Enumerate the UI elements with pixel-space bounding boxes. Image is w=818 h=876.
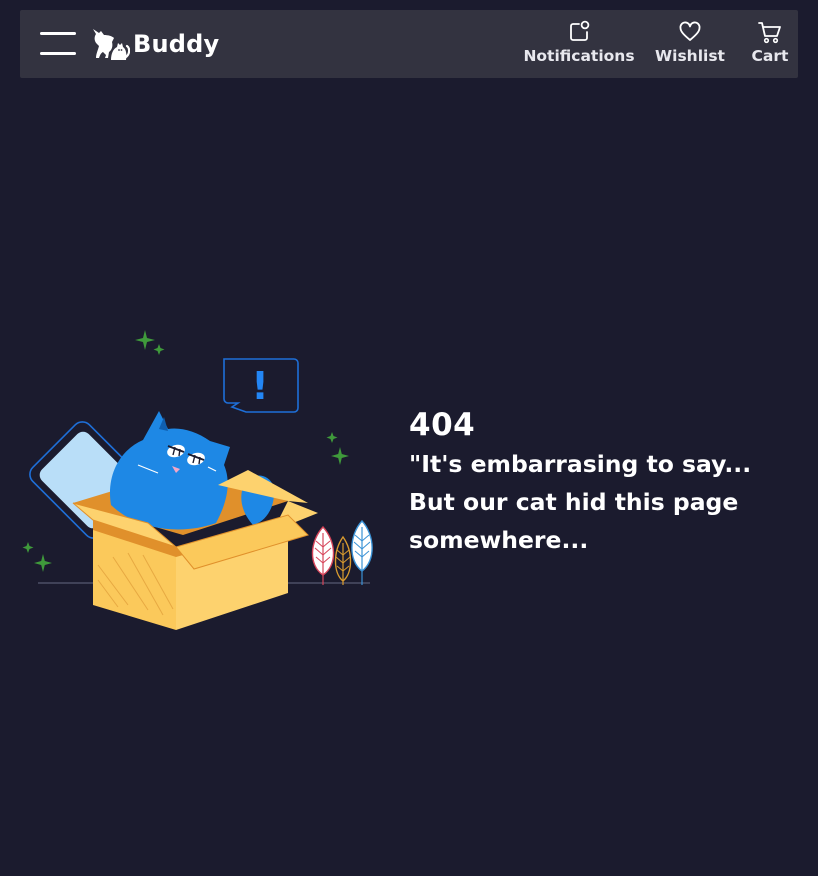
brand-link[interactable]: Buddy <box>90 24 219 64</box>
cat-figure <box>109 411 274 530</box>
nav-cart-label: Cart <box>751 47 789 65</box>
error-text: "It's embarrasing to say... But our cat … <box>409 445 799 559</box>
tree-decoration <box>311 519 373 585</box>
speech-bubble: ! <box>223 358 299 413</box>
heart-icon <box>679 21 701 41</box>
error-message: 404 "It's embarrasing to say... But our … <box>409 405 799 559</box>
nav-wishlist[interactable]: Wishlist <box>655 19 725 66</box>
nav-wishlist-label: Wishlist <box>655 47 725 65</box>
cart-icon <box>758 22 781 44</box>
brand-name: Buddy <box>133 30 220 58</box>
cat-in-box-illustration: ! <box>22 330 373 630</box>
notification-icon <box>570 20 590 41</box>
top-navbar: Buddy Notifications Wishlist Cart <box>20 10 798 78</box>
nav-notifications[interactable]: Notifications <box>523 19 635 66</box>
menu-button[interactable] <box>40 32 76 56</box>
speech-exclamation: ! <box>251 364 268 408</box>
error-text-line-1: "It's embarrasing to say... <box>409 450 752 478</box>
error-text-line-3: somewhere... <box>409 526 589 554</box>
error-code: 404 <box>409 407 476 443</box>
menu-bar-bottom <box>40 52 76 55</box>
menu-bar-top <box>40 32 76 35</box>
error-text-line-2: But our cat hid this page <box>409 488 739 516</box>
cat-dog-logo-icon <box>93 29 130 60</box>
nav-cart[interactable]: Cart <box>748 19 792 66</box>
nav-notifications-label: Notifications <box>523 47 635 65</box>
